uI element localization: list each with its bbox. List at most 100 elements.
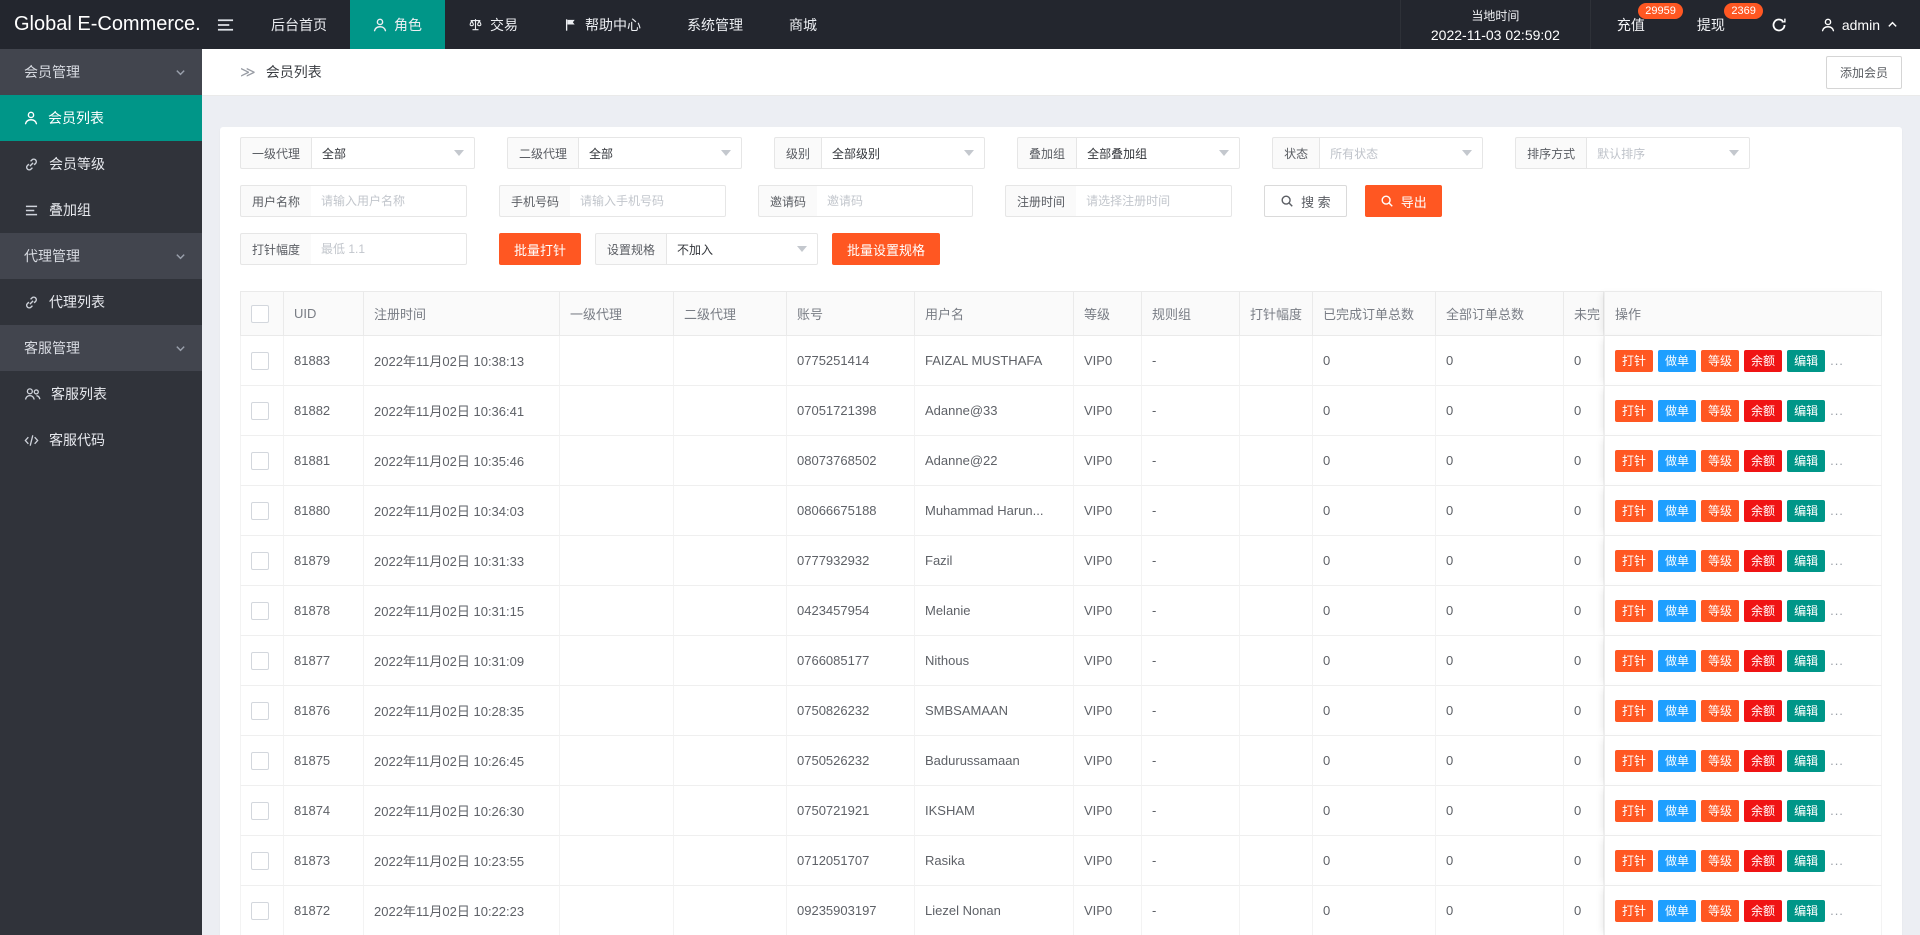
inject-range-input[interactable] [311, 233, 467, 265]
action-edit-button[interactable]: 编辑 [1787, 350, 1825, 372]
batch-inject-button[interactable]: 批量打针 [499, 233, 581, 265]
select-all-checkbox[interactable] [251, 305, 269, 323]
admin-menu[interactable]: admin [1807, 0, 1920, 49]
action-balance-button[interactable]: 余额 [1744, 900, 1782, 922]
row-more-button[interactable]: ... [1830, 853, 1844, 868]
action-order-button[interactable]: 做单 [1658, 450, 1696, 472]
sidebar-item-member-list[interactable]: 会员列表 [0, 95, 202, 141]
action-balance-button[interactable]: 余额 [1744, 400, 1782, 422]
export-button[interactable]: 导出 [1365, 185, 1442, 217]
action-inject-button[interactable]: 打针 [1615, 550, 1653, 572]
action-inject-button[interactable]: 打针 [1615, 600, 1653, 622]
action-order-button[interactable]: 做单 [1658, 850, 1696, 872]
row-more-button[interactable]: ... [1830, 403, 1844, 418]
action-level-button[interactable]: 等级 [1701, 700, 1739, 722]
row-more-button[interactable]: ... [1830, 703, 1844, 718]
action-edit-button[interactable]: 编辑 [1787, 700, 1825, 722]
row-checkbox[interactable] [251, 352, 269, 370]
action-balance-button[interactable]: 余额 [1744, 550, 1782, 572]
action-level-button[interactable]: 等级 [1701, 900, 1739, 922]
action-edit-button[interactable]: 编辑 [1787, 500, 1825, 522]
filter-secondary-agent-select[interactable]: 全部 [578, 137, 742, 169]
action-order-button[interactable]: 做单 [1658, 900, 1696, 922]
filter-level-select[interactable]: 全部级别 [821, 137, 985, 169]
nav-item-mall[interactable]: 商城 [766, 0, 840, 49]
filter-status-select[interactable]: 所有状态 [1319, 137, 1483, 169]
action-inject-button[interactable]: 打针 [1615, 350, 1653, 372]
action-edit-button[interactable]: 编辑 [1787, 850, 1825, 872]
search-button[interactable]: 搜 索 [1264, 185, 1347, 217]
action-inject-button[interactable]: 打针 [1615, 650, 1653, 672]
action-edit-button[interactable]: 编辑 [1787, 600, 1825, 622]
row-more-button[interactable]: ... [1830, 553, 1844, 568]
filter-username-input[interactable] [311, 185, 467, 217]
filter-sort-select[interactable]: 默认排序 [1586, 137, 1750, 169]
row-more-button[interactable]: ... [1830, 503, 1844, 518]
add-member-button[interactable]: 添加会员 [1826, 56, 1902, 89]
row-checkbox[interactable] [251, 752, 269, 770]
filter-phone-input[interactable] [570, 185, 726, 217]
row-checkbox[interactable] [251, 602, 269, 620]
action-order-button[interactable]: 做单 [1658, 700, 1696, 722]
row-checkbox[interactable] [251, 452, 269, 470]
action-balance-button[interactable]: 余额 [1744, 700, 1782, 722]
action-order-button[interactable]: 做单 [1658, 800, 1696, 822]
sidebar-item-agent-management[interactable]: 代理管理 [0, 233, 202, 279]
action-order-button[interactable]: 做单 [1658, 350, 1696, 372]
sidebar-item-agent-list[interactable]: 代理列表 [0, 279, 202, 325]
row-checkbox[interactable] [251, 502, 269, 520]
sidebar-item-service-list[interactable]: 客服列表 [0, 371, 202, 417]
action-balance-button[interactable]: 余额 [1744, 350, 1782, 372]
action-inject-button[interactable]: 打针 [1615, 900, 1653, 922]
action-level-button[interactable]: 等级 [1701, 850, 1739, 872]
action-inject-button[interactable]: 打针 [1615, 750, 1653, 772]
menu-toggle-icon[interactable] [202, 0, 248, 49]
action-balance-button[interactable]: 余额 [1744, 750, 1782, 772]
action-order-button[interactable]: 做单 [1658, 550, 1696, 572]
row-more-button[interactable]: ... [1830, 653, 1844, 668]
nav-item-roles[interactable]: 角色 [350, 0, 445, 49]
row-more-button[interactable]: ... [1830, 603, 1844, 618]
action-level-button[interactable]: 等级 [1701, 500, 1739, 522]
action-level-button[interactable]: 等级 [1701, 600, 1739, 622]
row-checkbox[interactable] [251, 852, 269, 870]
filter-reg-time-input[interactable] [1076, 185, 1232, 217]
action-edit-button[interactable]: 编辑 [1787, 750, 1825, 772]
sidebar-item-member-management[interactable]: 会员管理 [0, 49, 202, 95]
action-edit-button[interactable]: 编辑 [1787, 650, 1825, 672]
action-order-button[interactable]: 做单 [1658, 600, 1696, 622]
action-balance-button[interactable]: 余额 [1744, 650, 1782, 672]
filter-primary-agent-select[interactable]: 全部 [311, 137, 475, 169]
action-edit-button[interactable]: 编辑 [1787, 550, 1825, 572]
action-inject-button[interactable]: 打针 [1615, 500, 1653, 522]
nav-item-system[interactable]: 系统管理 [664, 0, 766, 49]
row-checkbox[interactable] [251, 652, 269, 670]
action-balance-button[interactable]: 余额 [1744, 450, 1782, 472]
row-more-button[interactable]: ... [1830, 353, 1844, 368]
row-checkbox[interactable] [251, 902, 269, 920]
nav-item-home[interactable]: 后台首页 [248, 0, 350, 49]
action-edit-button[interactable]: 编辑 [1787, 400, 1825, 422]
action-level-button[interactable]: 等级 [1701, 350, 1739, 372]
action-inject-button[interactable]: 打针 [1615, 700, 1653, 722]
action-level-button[interactable]: 等级 [1701, 450, 1739, 472]
row-more-button[interactable]: ... [1830, 903, 1844, 918]
action-order-button[interactable]: 做单 [1658, 500, 1696, 522]
sidebar-item-service-code[interactable]: 客服代码 [0, 417, 202, 463]
action-level-button[interactable]: 等级 [1701, 550, 1739, 572]
action-order-button[interactable]: 做单 [1658, 400, 1696, 422]
nav-item-help[interactable]: 帮助中心 [541, 0, 664, 49]
action-inject-button[interactable]: 打针 [1615, 450, 1653, 472]
action-balance-button[interactable]: 余额 [1744, 500, 1782, 522]
action-balance-button[interactable]: 余额 [1744, 850, 1782, 872]
row-checkbox[interactable] [251, 802, 269, 820]
action-level-button[interactable]: 等级 [1701, 650, 1739, 672]
action-order-button[interactable]: 做单 [1658, 650, 1696, 672]
action-balance-button[interactable]: 余额 [1744, 800, 1782, 822]
recharge-link[interactable]: 充值 29959 [1591, 0, 1671, 49]
row-checkbox[interactable] [251, 702, 269, 720]
action-level-button[interactable]: 等级 [1701, 400, 1739, 422]
action-inject-button[interactable]: 打针 [1615, 800, 1653, 822]
row-checkbox[interactable] [251, 402, 269, 420]
action-level-button[interactable]: 等级 [1701, 750, 1739, 772]
